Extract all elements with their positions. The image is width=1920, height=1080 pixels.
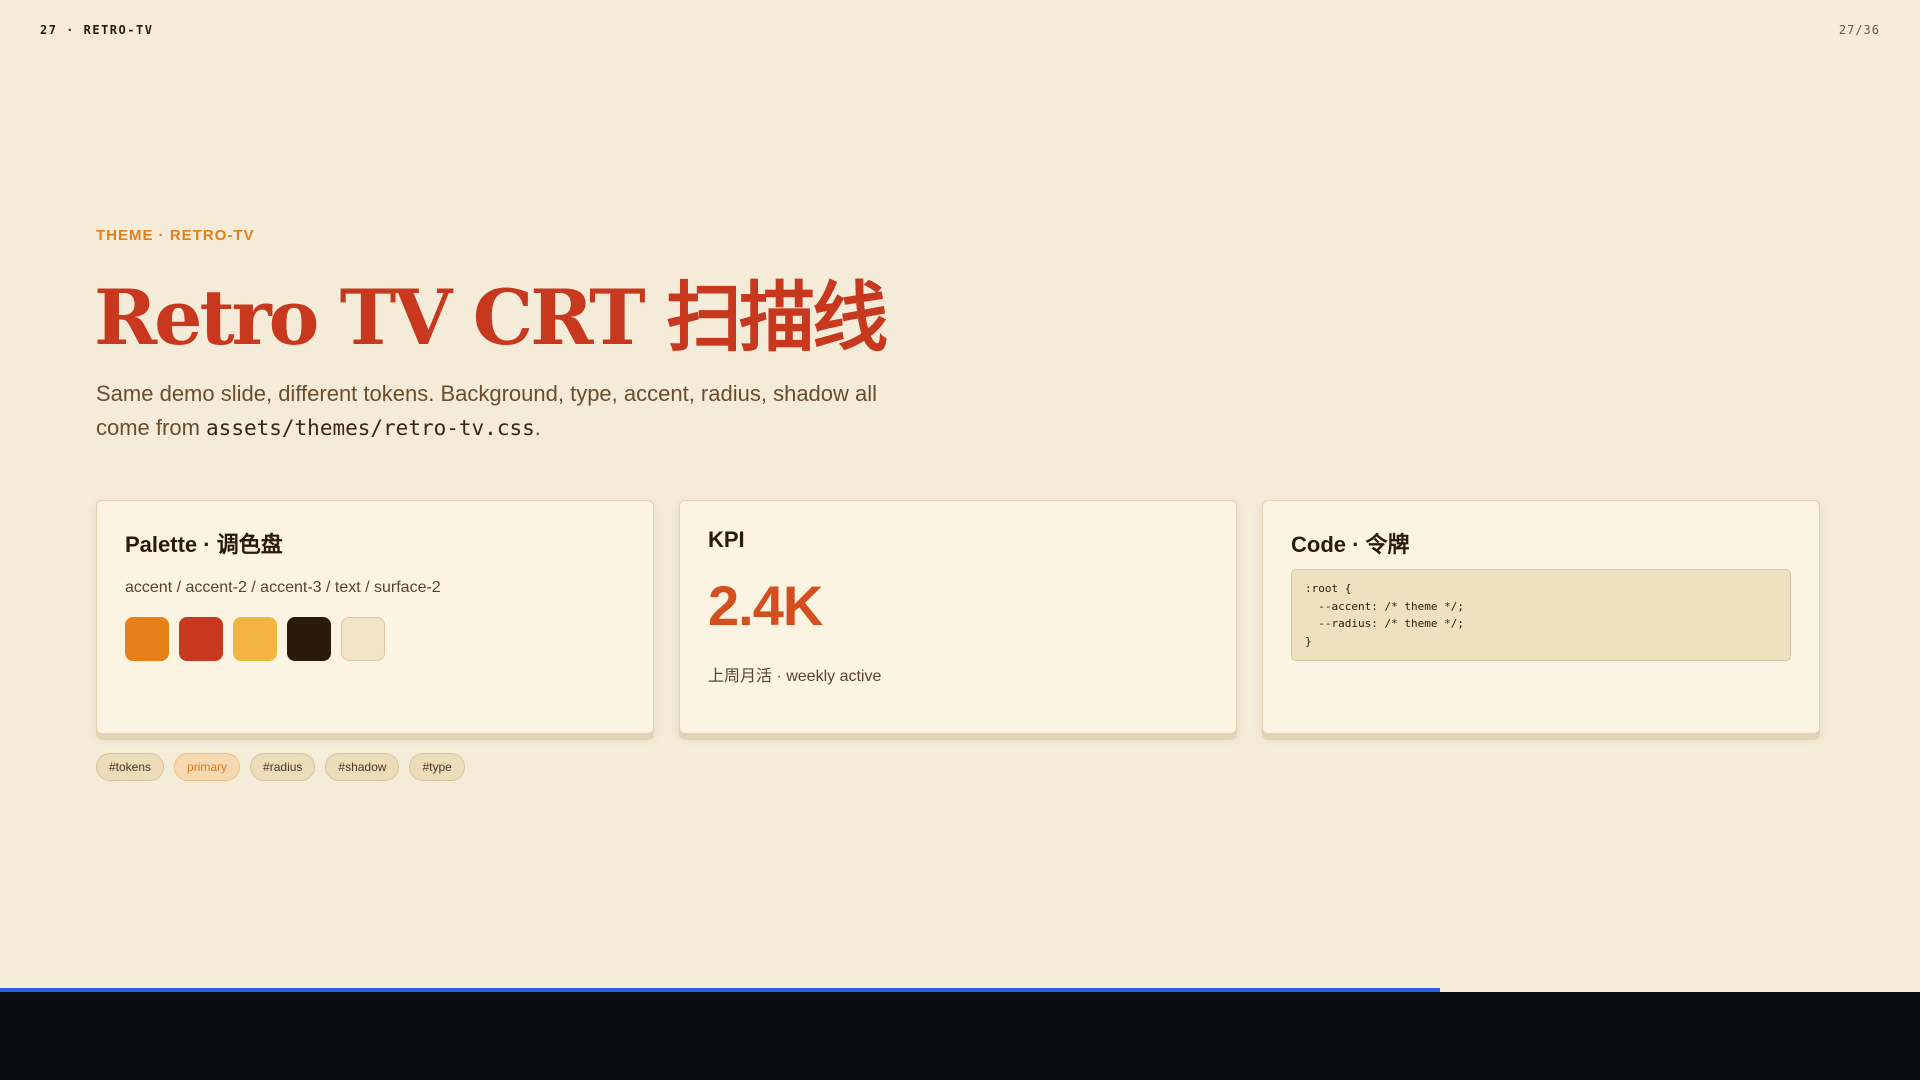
tag-tokens[interactable]: #tokens [96,753,165,781]
tag-shadow[interactable]: #shadow [325,753,400,781]
code-card: Code · 令牌 :root { --accent: /* theme */;… [1262,500,1820,734]
swatch-row [125,617,625,661]
tag-primary[interactable]: primary [174,753,241,781]
lede-code: assets/themes/retro-tv.css [206,416,535,440]
bottom-bar [0,992,1920,1080]
card-row: Palette · 调色盘 accent / accent-2 / accent… [96,500,1824,734]
swatch-accent-3 [233,617,277,661]
swatch-text [287,617,331,661]
lede-end: . [534,415,541,440]
swatch-accent-2 [179,617,223,661]
slide: 27 · RETRO-TV 27/36 THEME · RETRO-TV Ret… [0,0,1920,990]
kpi-card-title: KPI [708,527,745,552]
page-counter: 27/36 [1838,23,1880,37]
tag-list: #tokens primary #radius #shadow #type [96,753,465,781]
kpi-value: 2.4K [708,574,823,637]
page-title: Retro TV CRT 扫描线 [94,273,888,362]
kpi-card: KPI 2.4K 上周月活 · weekly active [679,500,1237,734]
lede-paragraph: Same demo slide, different tokens. Backg… [96,377,936,445]
kpi-subtitle: 上周月活 · weekly active [708,668,882,685]
swatch-accent [125,617,169,661]
palette-subtitle: accent / accent-2 / accent-3 / text / su… [125,579,441,596]
swatch-surface-2 [341,617,385,661]
tag-radius[interactable]: #radius [250,753,316,781]
palette-card-title: Palette · 调色盘 [125,532,283,557]
code-card-title: Code · 令牌 [1291,532,1410,557]
eyebrow-label: THEME · RETRO-TV [96,227,255,244]
slide-label: 27 · RETRO-TV [40,23,154,37]
tag-type[interactable]: #type [409,753,465,781]
code-snippet: :root { --accent: /* theme */; --radius:… [1291,569,1791,661]
palette-card: Palette · 调色盘 accent / accent-2 / accent… [96,500,654,734]
